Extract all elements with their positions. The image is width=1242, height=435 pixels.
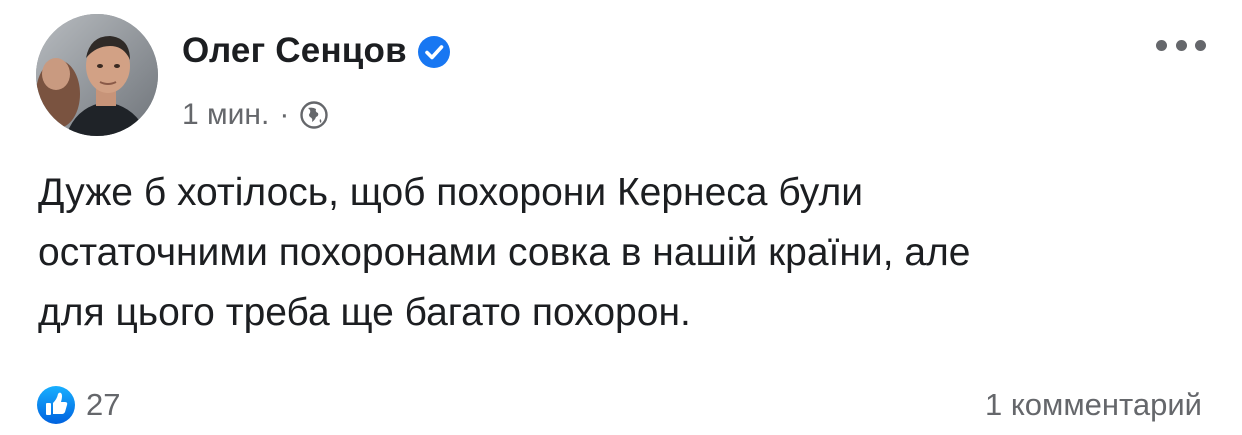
like-icon (36, 385, 76, 425)
author-name[interactable]: Олег Сенцов (182, 29, 407, 73)
more-dot (1156, 39, 1167, 51)
verified-badge-icon (417, 35, 451, 69)
avatar[interactable] (36, 14, 158, 136)
facebook-post: Олег Сенцов 1 мин. · Дуже б хотілось, що… (0, 0, 1242, 435)
author-name-row: Олег Сенцов (182, 29, 451, 73)
globe-icon[interactable] (299, 100, 329, 130)
more-options-icon[interactable] (1156, 30, 1206, 60)
more-dot (1175, 39, 1187, 51)
post-time[interactable]: 1 мин. (182, 95, 269, 135)
post-text: Дуже б хотілось, щоб похорони Кернеса бу… (38, 171, 971, 334)
reactions-summary[interactable]: 27 (36, 385, 120, 425)
meta-separator: · (279, 98, 290, 131)
post-meta: 1 мин. · (182, 95, 329, 135)
like-count: 27 (86, 387, 121, 422)
more-dot (1195, 39, 1206, 51)
comments-count-link[interactable]: 1 комментарий (985, 384, 1202, 426)
